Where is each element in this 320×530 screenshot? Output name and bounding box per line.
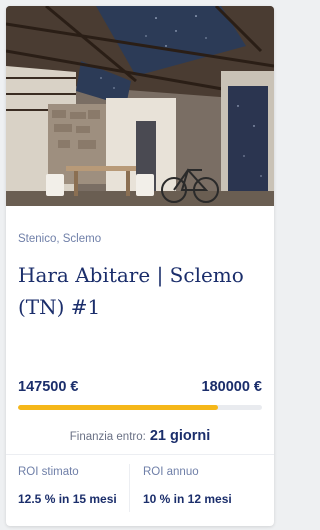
project-location: Stenico, Sclemo <box>18 233 102 245</box>
column-divider <box>129 464 130 512</box>
funding-progress-bar <box>18 405 262 410</box>
target-amount: 180000 € <box>201 379 262 395</box>
project-photo[interactable] <box>6 6 274 206</box>
project-card[interactable]: Stenico, Sclemo Hara Abitare | Sclemo (T… <box>6 6 274 526</box>
funding-progress-fill <box>18 405 219 410</box>
finance-deadline: Finanzia entro: 21 giorni <box>6 427 274 445</box>
finance-deadline-label: Finanzia entro: <box>69 431 146 443</box>
project-title[interactable]: Hara Abitare | Sclemo (TN) #1 <box>18 259 263 323</box>
roi-estimated-value: 12.5 % in 15 mesi <box>18 492 117 506</box>
funding-amounts: 147500 € 180000 € <box>18 379 262 397</box>
roi-estimated-label: ROI stimato <box>18 466 79 478</box>
roi-annual-label: ROI annuo <box>143 466 199 478</box>
divider <box>6 454 274 455</box>
finance-deadline-value: 21 giorni <box>149 428 211 444</box>
roi-annual-value: 10 % in 12 mesi <box>143 492 232 506</box>
raised-amount: 147500 € <box>18 379 79 395</box>
